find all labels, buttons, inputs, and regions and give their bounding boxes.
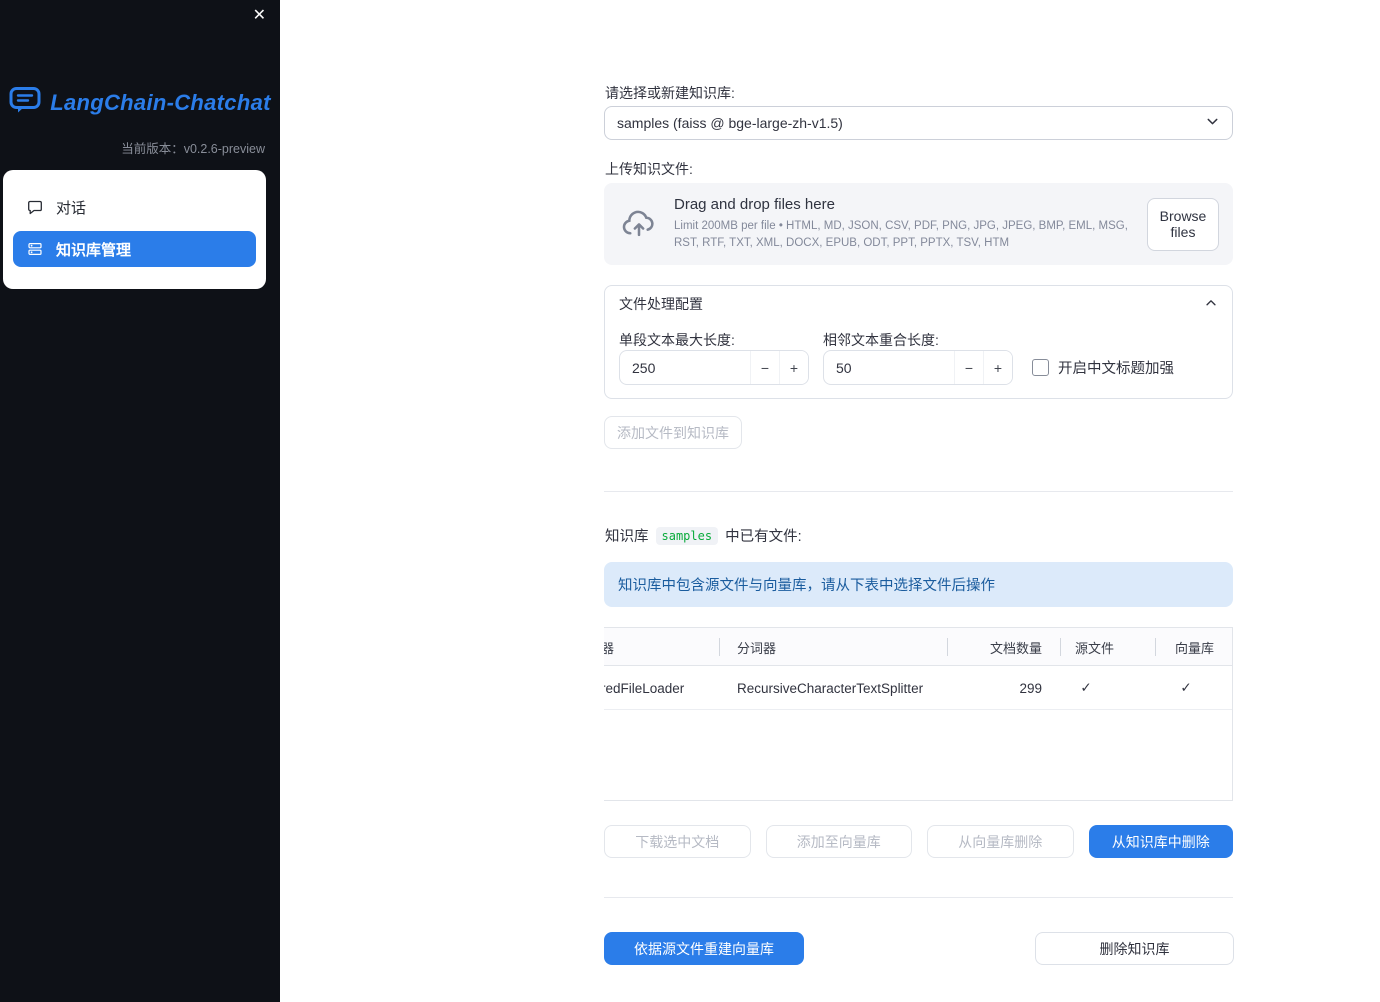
kb-files-suffix: 中已有文件:	[725, 529, 802, 545]
overlap-minus-button[interactable]: −	[954, 351, 983, 384]
add-to-vector-store-button[interactable]: 添加至向量库	[765, 825, 912, 858]
chunk-size-stepper: − +	[619, 350, 809, 385]
kb-files-heading: 知识库 samples 中已有文件:	[605, 525, 802, 546]
cell-loader: redFileLoader	[604, 680, 685, 696]
expander-header[interactable]: 文件处理配置	[605, 286, 1232, 322]
sidebar-item-knowledge-base[interactable]: 知识库管理	[13, 231, 256, 267]
delete-from-kb-button[interactable]: 从知识库中删除	[1088, 825, 1233, 858]
info-banner: 知识库中包含源文件与向量库，请从下表中选择文件后操作	[604, 562, 1233, 607]
main-content: 请选择或新建知识库: samples (faiss @ bge-large-zh…	[604, 0, 1234, 1002]
upload-label: 上传知识文件:	[605, 161, 693, 177]
divider	[604, 491, 1233, 492]
app-title: LangChain-Chatchat	[50, 89, 271, 115]
overlap-input[interactable]	[824, 351, 954, 384]
table-header: 器 分词器 文档数量 源文件 向量库	[604, 628, 1232, 666]
chat-bubble-icon	[27, 199, 43, 215]
zh-title-enhance-row: 开启中文标题加强	[1032, 357, 1174, 378]
chunk-plus-button[interactable]: +	[779, 351, 808, 384]
column-separator	[719, 638, 720, 656]
column-header-splitter[interactable]: 分词器	[737, 628, 776, 666]
sidebar-item-dialogue[interactable]: 对话	[13, 186, 256, 228]
column-header-doc-count[interactable]: 文档数量	[947, 628, 1042, 666]
file-actions-row: 下载选中文档 添加至向量库 从向量库删除 从知识库中删除	[604, 825, 1233, 858]
chunk-size-input[interactable]	[620, 351, 750, 384]
delete-from-vector-store-button[interactable]: 从向量库删除	[927, 825, 1074, 858]
files-table: 器 分词器 文档数量 源文件 向量库 redFileLoader Recursi…	[604, 627, 1233, 801]
overlap-stepper: − +	[823, 350, 1013, 385]
chunk-minus-button[interactable]: −	[750, 351, 779, 384]
dropzone-title: Drag and drop files here	[674, 196, 835, 214]
overlap-label: 相邻文本重合长度:	[823, 332, 939, 348]
chevron-down-icon	[1205, 114, 1220, 132]
upload-cloud-icon	[620, 207, 658, 242]
kb-files-prefix: 知识库	[605, 529, 649, 545]
kb-stack-icon	[27, 241, 43, 257]
dropzone-limit: Limit 200MB per file • HTML, MD, JSON, C…	[674, 220, 1128, 249]
kb-select-label: 请选择或新建知识库:	[605, 85, 735, 101]
sidebar-item-label: 知识库管理	[56, 241, 132, 259]
add-files-to-kb-button[interactable]: 添加文件到知识库	[604, 416, 742, 449]
file-dropzone[interactable]: Drag and drop files here Limit 200MB per…	[604, 183, 1233, 265]
version-label: 当前版本：v0.2.6-preview	[121, 142, 265, 156]
column-separator	[947, 638, 948, 656]
divider	[604, 897, 1233, 898]
sidebar: ✕ LangChain-Chatchat 当前版本：v0.2.6-preview…	[0, 0, 280, 1002]
file-config-expander: 文件处理配置 单段文本最大长度: − + 相邻文本重合长度: − + 开启中文标…	[604, 285, 1233, 399]
zh-title-enhance-label: 开启中文标题加强	[1058, 361, 1174, 377]
rebuild-vector-store-button[interactable]: 依据源文件重建向量库	[604, 932, 804, 965]
overlap-plus-button[interactable]: +	[983, 351, 1012, 384]
logo-chat-icon	[9, 86, 41, 119]
column-header-source-file[interactable]: 源文件	[1075, 628, 1114, 666]
delete-kb-button[interactable]: 删除知识库	[1035, 932, 1234, 965]
zh-title-enhance-checkbox[interactable]	[1032, 359, 1049, 376]
cell-doc-count: 299	[1019, 680, 1042, 696]
column-separator	[1060, 638, 1061, 656]
sidebar-item-label: 对话	[56, 199, 87, 217]
cell-vector-check: ✓	[1180, 680, 1192, 695]
chevron-up-icon	[1204, 296, 1218, 313]
dropzone-text: Drag and drop files here Limit 200MB per…	[674, 196, 1131, 251]
sidebar-menu: 对话 知识库管理	[3, 170, 266, 289]
table-row[interactable]: redFileLoader RecursiveCharacterTextSpli…	[604, 666, 1232, 710]
kb-select[interactable]: samples (faiss @ bge-large-zh-v1.5)	[604, 106, 1233, 140]
column-header-loader[interactable]: 器	[604, 628, 614, 666]
chunk-size-label: 单段文本最大长度:	[619, 332, 735, 348]
column-header-vector-store[interactable]: 向量库	[1175, 628, 1214, 666]
browse-files-button[interactable]: Browse files	[1147, 197, 1219, 251]
app-logo: LangChain-Chatchat	[0, 86, 280, 119]
kb-select-value: samples (faiss @ bge-large-zh-v1.5)	[617, 115, 843, 131]
expander-title: 文件处理配置	[619, 296, 703, 312]
cell-splitter: RecursiveCharacterTextSplitter	[737, 680, 924, 696]
download-selected-button[interactable]: 下载选中文档	[604, 825, 751, 858]
cell-source-check: ✓	[1080, 680, 1092, 695]
close-sidebar-icon[interactable]: ✕	[253, 8, 266, 24]
kb-name-code: samples	[655, 526, 719, 545]
column-separator	[1155, 638, 1156, 656]
